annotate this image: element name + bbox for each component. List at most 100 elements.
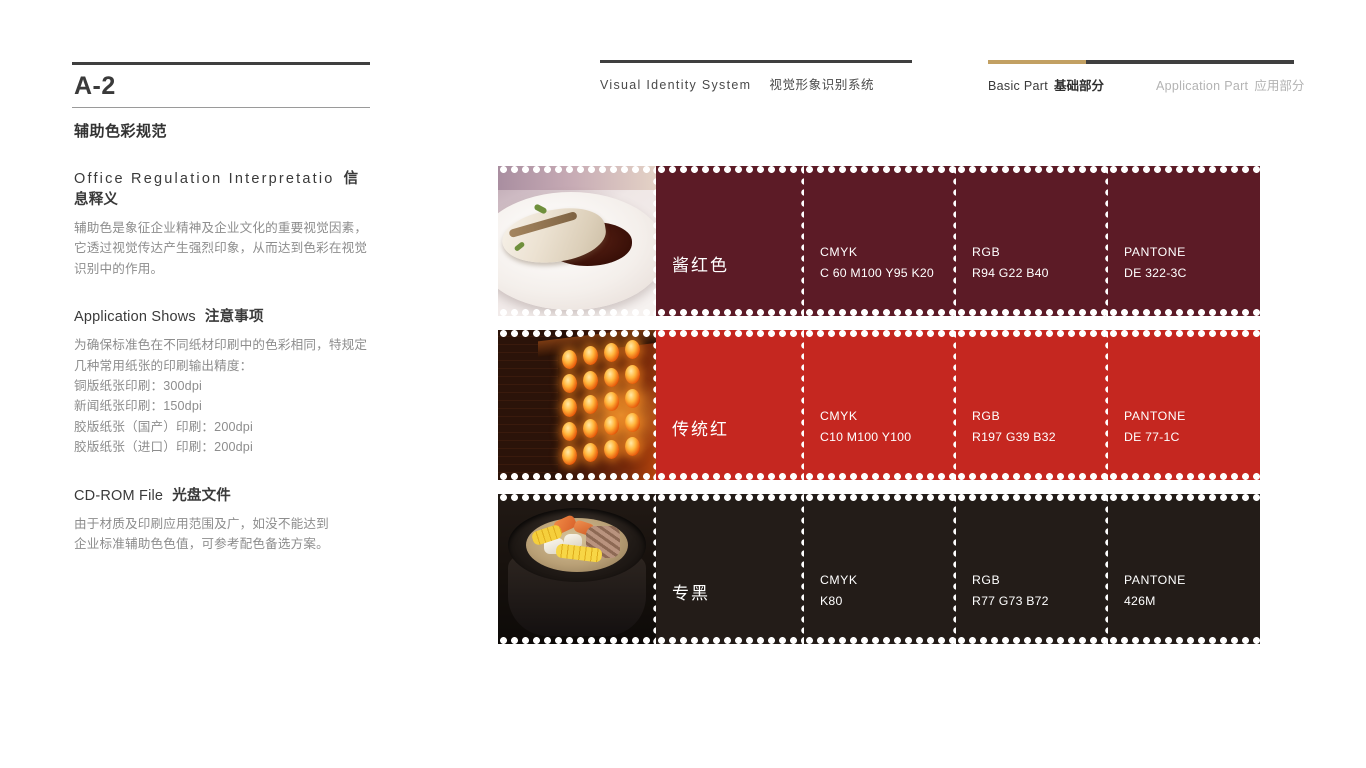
block-heading: CD-ROM File 光盘文件 <box>74 484 372 505</box>
info-block-application-shows: Application Shows 注意事项 为确保标准色在不同纸材印刷中的色彩相… <box>72 305 372 457</box>
spec-value: 426M <box>1124 593 1156 608</box>
spec-key: CMYK <box>820 408 858 423</box>
vis-label-cn: 视觉形象识别系统 <box>769 77 875 92</box>
photo-artwork <box>498 166 656 316</box>
spec-key: PANTONE <box>1124 244 1186 259</box>
spec-text: RGB R197 G39 B32 <box>972 406 1056 448</box>
perforation-divider <box>1104 494 1108 644</box>
stamp-edge-top <box>1108 494 1260 501</box>
stamp-edge-bottom <box>956 309 1108 316</box>
stamp-edge-top <box>804 330 956 337</box>
spec-text: CMYK K80 <box>820 570 858 612</box>
body-line: 辅助色是象征企业精神及企业文化的重要视觉因素， <box>74 221 368 235</box>
spec-key: RGB <box>972 572 1001 587</box>
swatch-color-block: 传统红 <box>656 330 804 480</box>
swatch-name: 专黑 <box>672 584 710 603</box>
stamp-edge-top <box>956 330 1108 337</box>
stamp-edge-bottom <box>1108 637 1260 644</box>
block-body: 由于材质及印刷应用范围及广，如没不能达到 企业标准辅助色色值，可参考配色备选方案… <box>74 514 372 555</box>
perforation-divider <box>652 166 656 316</box>
swatch-name: 传统红 <box>672 420 729 439</box>
body-line: 由于材质及印刷应用范围及广，如没不能达到 <box>74 516 329 531</box>
spec-value: DE 322-3C <box>1124 265 1187 280</box>
spec-value: K80 <box>820 593 843 608</box>
swatch-spec-pantone: PANTONE 426M <box>1108 494 1260 644</box>
spec-key: PANTONE <box>1124 572 1186 587</box>
body-line: 胶版纸张（国产）印刷：200dpi <box>74 419 253 434</box>
color-swatch-grid: 酱红色 CMYK C 60 M100 Y95 K20 RGB R94 G22 B… <box>498 166 1260 658</box>
perforation-divider <box>952 330 956 480</box>
stamp-edge-top <box>1108 166 1260 173</box>
stamp-edge-top <box>656 330 804 337</box>
stamp-edge-bottom <box>1108 473 1260 480</box>
claypot-soup-photo <box>498 494 656 644</box>
stamp-edge-top <box>956 494 1108 501</box>
left-info-column: A-2 辅助色彩规范 Office Regulation Interpretat… <box>72 62 372 554</box>
section-title: 辅助色彩规范 <box>74 123 168 140</box>
swatch-name: 酱红色 <box>672 256 729 275</box>
swatch-spec-cmyk: CMYK C 60 M100 Y95 K20 <box>804 166 956 316</box>
swatch-row: 酱红色 CMYK C 60 M100 Y95 K20 RGB R94 G22 B… <box>498 166 1260 316</box>
tab-application-part-cn[interactable]: 应用部分 <box>1254 79 1304 93</box>
active-part-indicator <box>988 60 1086 64</box>
body-line: 铜版纸张印刷：300dpi <box>74 378 202 393</box>
info-block-interpretation: Office Regulation Interpretatio 信息释义 辅助色是… <box>72 167 372 279</box>
stamp-edge-top <box>804 494 956 501</box>
visual-identity-header: Visual Identity System 视觉形象识别系统 <box>600 60 912 93</box>
tab-application-part-en[interactable]: Application Part <box>1156 79 1248 93</box>
spec-text: RGB R94 G22 B40 <box>972 242 1049 284</box>
spec-text: CMYK C 60 M100 Y95 K20 <box>820 242 934 284</box>
block-heading-cn: 光盘文件 <box>172 487 232 504</box>
body-line: 为确保标准色在不同纸材印刷中的色彩相同，特规定 <box>74 338 368 353</box>
stamp-edge-bottom <box>804 473 956 480</box>
perforation-divider <box>800 330 804 480</box>
block-heading: Application Shows 注意事项 <box>74 305 372 326</box>
rice-roll-photo <box>498 166 656 316</box>
block-body: 为确保标准色在不同纸材印刷中的色彩相同，特规定 几种常用纸张的印刷输出精度： 铜… <box>74 335 372 457</box>
swatch-spec-rgb: RGB R197 G39 B32 <box>956 330 1108 480</box>
spec-text: PANTONE 426M <box>1124 570 1186 612</box>
block-heading-en: Application Shows <box>74 309 196 326</box>
swatch-spec-rgb: RGB R94 G22 B40 <box>956 166 1108 316</box>
spec-value: C 60 M100 Y95 K20 <box>820 265 934 280</box>
spec-value: R197 G39 B32 <box>972 429 1056 444</box>
swatch-spec-rgb: RGB R77 G73 B72 <box>956 494 1108 644</box>
swatch-spec-cmyk: CMYK K80 <box>804 494 956 644</box>
perforation-divider <box>952 494 956 644</box>
part-nav-header: Basic Part 基础部分 Application Part 应用部分 <box>988 60 1304 94</box>
spec-key: RGB <box>972 244 1001 259</box>
swatch-color-block: 专黑 <box>656 494 804 644</box>
swatch-spec-cmyk: CMYK C10 M100 Y100 <box>804 330 956 480</box>
stamp-edge-bottom <box>804 309 956 316</box>
perforation-divider <box>952 166 956 316</box>
block-heading-en: CD-ROM File <box>74 487 164 504</box>
body-line: 胶版纸张（进口）印刷：200dpi <box>74 440 253 455</box>
spec-text: RGB R77 G73 B72 <box>972 570 1049 612</box>
vis-label-en: Visual Identity System <box>600 77 752 92</box>
swatch-spec-pantone: PANTONE DE 77-1C <box>1108 330 1260 480</box>
stamp-edge-bottom <box>656 637 804 644</box>
perforation-divider <box>652 494 656 644</box>
photo-artwork <box>498 494 656 644</box>
spec-value: R94 G22 B40 <box>972 265 1049 280</box>
body-line: 企业标准辅助色色值，可参考配色备选方案。 <box>74 536 329 551</box>
body-line: 它透过视觉传达产生强烈印象，从而达到色彩在视觉 <box>74 241 368 256</box>
block-heading-en: Office Regulation Interpretatio <box>74 171 335 187</box>
spec-key: CMYK <box>820 572 858 587</box>
title-top-rule <box>72 62 370 65</box>
block-heading: Office Regulation Interpretatio 信息释义 <box>74 167 372 209</box>
stamp-edge-top <box>804 166 956 173</box>
swatch-color-block: 酱红色 <box>656 166 804 316</box>
stamp-edge-bottom <box>804 637 956 644</box>
stamp-edge-bottom <box>956 637 1108 644</box>
spec-value: DE 77-1C <box>1124 429 1180 444</box>
spec-text: PANTONE DE 322-3C <box>1124 242 1187 284</box>
stamp-edge-top <box>656 166 804 173</box>
tab-basic-part-cn[interactable]: 基础部分 <box>1054 79 1104 93</box>
perforation-divider <box>652 330 656 480</box>
info-block-cdrom-file: CD-ROM File 光盘文件 由于材质及印刷应用范围及广，如没不能达到 企业标… <box>72 484 372 555</box>
spec-text: PANTONE DE 77-1C <box>1124 406 1186 448</box>
page-code: A-2 <box>74 72 116 100</box>
lanterns-photo <box>498 330 656 480</box>
tab-basic-part-en[interactable]: Basic Part <box>988 79 1048 93</box>
